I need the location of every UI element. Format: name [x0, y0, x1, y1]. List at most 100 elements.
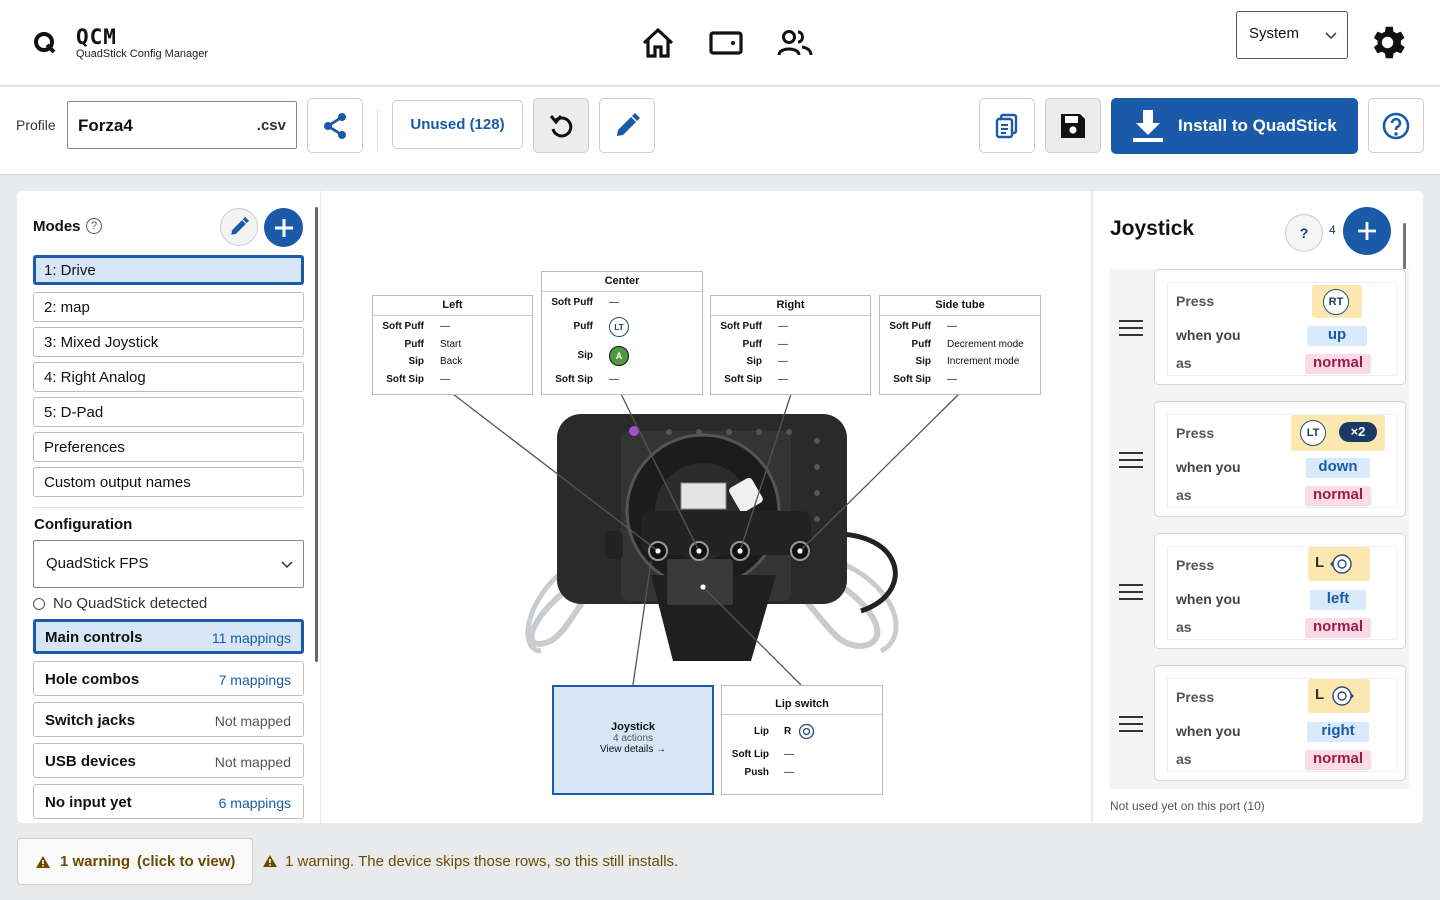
- table-title: Center: [542, 272, 702, 292]
- mode-item[interactable]: 2: map: [33, 292, 304, 322]
- row-value: —: [778, 374, 788, 385]
- row-value-button: A: [609, 346, 629, 366]
- drag-handle-icon[interactable]: [1119, 584, 1143, 605]
- revert-button[interactable]: [533, 98, 589, 153]
- mode-item[interactable]: 3: Mixed Joystick: [33, 327, 304, 357]
- profile-name-value: Forza4: [78, 116, 133, 135]
- plus-icon: [274, 218, 293, 237]
- settings-gear-icon[interactable]: [1366, 21, 1409, 69]
- stick-label: L: [1315, 554, 1325, 571]
- chevron-down-icon: [1325, 32, 1337, 40]
- preferences-item[interactable]: Preferences: [33, 432, 304, 462]
- group-switch-jacks[interactable]: Switch jacks Not mapped: [33, 702, 304, 737]
- rt-button-icon: RT: [1323, 289, 1349, 315]
- modes-help-icon[interactable]: ?: [86, 218, 102, 234]
- row-key: Puff: [573, 321, 593, 332]
- left-stick-right-icon: [1330, 684, 1358, 713]
- custom-output-names-item[interactable]: Custom output names: [33, 467, 304, 497]
- group-main-controls[interactable]: Main controls 11 mappings: [33, 619, 304, 654]
- drag-handle-icon[interactable]: [1119, 320, 1143, 341]
- qcm-logo-icon: [33, 31, 57, 55]
- as-label: as: [1176, 751, 1192, 767]
- chevron-down-icon: [281, 561, 293, 569]
- edit-modes-button[interactable]: [220, 208, 258, 246]
- mode-item[interactable]: 5: D-Pad: [33, 397, 304, 427]
- add-mode-button[interactable]: [264, 208, 303, 247]
- mapping-card[interactable]: Press when you as L right normal: [1154, 665, 1406, 781]
- stick-label: L: [1315, 686, 1325, 703]
- table-title: Side tube: [880, 296, 1040, 316]
- mapping-card[interactable]: Press when you as L left normal: [1154, 533, 1406, 649]
- side-tube-table[interactable]: Side tube Soft Puff — Puff Decrement mode …: [879, 295, 1041, 395]
- mode-item[interactable]: 4: Right Analog: [33, 362, 304, 392]
- group-hole-combos[interactable]: Hole combos 7 mappings: [33, 661, 304, 696]
- mode-tag: normal: [1305, 618, 1371, 638]
- app-subtitle: QuadStick Config Manager: [76, 48, 209, 60]
- repeat-badge: ×2: [1339, 422, 1377, 442]
- rename-profile-button[interactable]: [599, 98, 655, 153]
- row-value: —: [778, 339, 788, 350]
- as-label: as: [1176, 355, 1192, 371]
- mapping-card[interactable]: Press when you as LT ×2 down normal: [1154, 401, 1406, 517]
- group-count: Not mapped: [214, 713, 291, 729]
- row-value: —: [609, 297, 619, 308]
- panel-title: Joystick: [1110, 217, 1195, 240]
- home-icon[interactable]: [641, 27, 675, 64]
- group-count: Not mapped: [214, 754, 291, 770]
- row-key: Soft Sip: [893, 374, 931, 385]
- modes-scrollbar[interactable]: [315, 207, 318, 662]
- table-title: Left: [373, 296, 532, 316]
- lip-switch-table[interactable]: Lip switch Lip R Soft Lip — Push —: [721, 685, 883, 795]
- press-label: Press: [1176, 557, 1215, 573]
- direction-tag: left: [1310, 590, 1366, 610]
- row-key: Soft Puff: [551, 297, 593, 308]
- share-button[interactable]: [307, 98, 363, 153]
- panel-help-button[interactable]: ?: [1285, 214, 1323, 252]
- device-icon[interactable]: [709, 30, 743, 61]
- warning-button[interactable]: 1 warning (click to view): [17, 838, 253, 885]
- row-key: Soft Sip: [724, 374, 762, 385]
- mode-item[interactable]: 1: Drive: [33, 255, 304, 285]
- when-label: when you: [1176, 723, 1241, 739]
- help-button[interactable]: [1368, 98, 1424, 153]
- group-usb-devices[interactable]: USB devices Not mapped: [33, 743, 304, 778]
- save-icon: [1061, 113, 1085, 138]
- group-count: 7 mappings: [218, 672, 291, 688]
- row-value: Increment mode: [947, 356, 1020, 367]
- configuration-title: Configuration: [34, 516, 133, 533]
- row-key: Puff: [911, 339, 931, 350]
- theme-select[interactable]: System: [1236, 11, 1348, 59]
- mapping-card[interactable]: Press when you as RT up normal: [1154, 269, 1406, 385]
- row-value: —: [784, 749, 794, 760]
- as-label: as: [1176, 487, 1192, 503]
- joystick-box-title: Joystick: [610, 721, 656, 733]
- direction-tag: down: [1306, 458, 1370, 478]
- group-no-input-yet[interactable]: No input yet 6 mappings: [33, 784, 304, 819]
- add-mapping-button[interactable]: [1343, 207, 1391, 255]
- row-value: —: [609, 374, 619, 385]
- drag-handle-icon[interactable]: [1119, 716, 1143, 737]
- install-label: Install to QuadStick: [1178, 116, 1337, 135]
- center-port-table[interactable]: Center Soft Puff — Puff LT Sip A Soft Sip…: [541, 271, 703, 395]
- copy-button[interactable]: [979, 98, 1035, 153]
- row-key: Soft Puff: [889, 321, 931, 332]
- configuration-select[interactable]: QuadStick FPS: [33, 540, 304, 588]
- view-details-link[interactable]: View details →: [554, 744, 712, 755]
- unused-button[interactable]: Unused (128): [392, 100, 523, 149]
- direction-tag: right: [1307, 722, 1369, 742]
- mapping-count: 4: [1329, 223, 1336, 237]
- warning-icon: [262, 854, 278, 873]
- left-port-table[interactable]: Left Soft Puff — Puff Start Sip Back Soft S…: [372, 295, 533, 395]
- right-port-table[interactable]: Right Soft Puff — Puff — Sip — Soft Sip —: [710, 295, 871, 395]
- save-button[interactable]: [1045, 98, 1101, 153]
- install-button[interactable]: Install to QuadStick: [1111, 98, 1358, 154]
- row-key: Sip: [408, 356, 424, 367]
- mode-tag: normal: [1305, 750, 1371, 770]
- users-icon[interactable]: [777, 29, 813, 62]
- app-title: QCM: [76, 25, 117, 49]
- profile-name-input[interactable]: Forza4 .csv: [67, 101, 297, 149]
- joystick-port-box[interactable]: Joystick 4 actions View details →: [552, 685, 714, 795]
- pencil-icon: [231, 217, 249, 235]
- drag-handle-icon[interactable]: [1119, 452, 1143, 473]
- clipboard-icon: [995, 113, 1018, 138]
